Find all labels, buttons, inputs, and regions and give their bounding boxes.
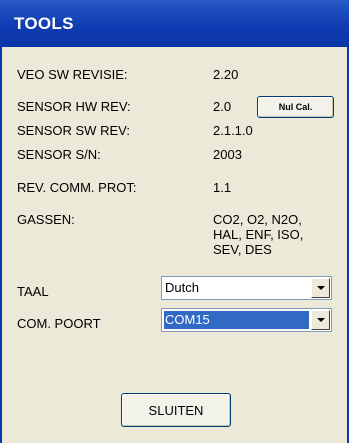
- chevron-down-icon[interactable]: [311, 278, 330, 298]
- taal-label: TAAL: [17, 284, 49, 299]
- gassen-line: SEV, DES: [213, 242, 272, 257]
- tools-window: TOOLS VEO SW REVISIE: 2.20 SENSOR HW REV…: [0, 0, 349, 443]
- chevron-down-icon[interactable]: [311, 310, 330, 330]
- sensor-sn-value: 2003: [213, 147, 242, 162]
- sensor-sw-rev-value: 2.1.1.0: [213, 123, 253, 138]
- sensor-hw-rev-label: SENSOR HW REV:: [17, 99, 131, 114]
- gassen-line: HAL, ENF, ISO,: [213, 227, 304, 242]
- sluiten-button-label: SLUITEN: [148, 402, 204, 418]
- window-title: TOOLS: [14, 14, 74, 33]
- sensor-hw-rev-value: 2.0: [213, 99, 232, 114]
- gassen-values: CO2, O2, N2O, HAL, ENF, ISO, SEV, DES: [213, 212, 303, 257]
- veo-sw-revisie-label: VEO SW REVISIE:: [17, 67, 128, 82]
- sluiten-button[interactable]: SLUITEN: [121, 393, 231, 427]
- title-bar: TOOLS: [0, 0, 349, 47]
- com-poort-label: COM. POORT: [17, 316, 101, 331]
- rev-comm-prot-value: 1.1: [213, 180, 232, 195]
- com-poort-selected-value: COM15: [164, 311, 309, 329]
- taal-selected-value: Dutch: [165, 280, 199, 295]
- gassen-line: CO2, O2, N2O,: [213, 212, 302, 227]
- com-poort-dropdown[interactable]: COM15: [161, 308, 332, 332]
- rev-comm-prot-label: REV. COMM. PROT:: [17, 180, 137, 195]
- sensor-sn-label: SENSOR S/N:: [17, 147, 101, 162]
- nul-cal-button[interactable]: Nul Cal.: [257, 96, 334, 118]
- taal-dropdown[interactable]: Dutch: [161, 276, 332, 300]
- nul-cal-button-label: Nul Cal.: [278, 102, 313, 112]
- veo-sw-revisie-value: 2.20: [213, 67, 239, 82]
- gassen-label: GASSEN:: [17, 212, 75, 227]
- sensor-sw-rev-label: SENSOR SW REV:: [17, 123, 130, 138]
